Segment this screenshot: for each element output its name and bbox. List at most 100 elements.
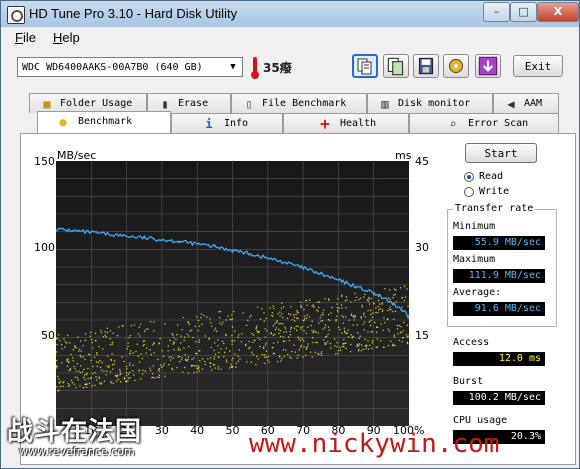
access-time-point [337,298,339,300]
access-time-point [375,311,377,314]
transfer-rate-title: Transfer rate [453,203,536,214]
tab-folder-usage[interactable]: ■ Folder Usage [29,93,147,113]
access-time-point [329,343,332,345]
access-time-point [376,346,379,348]
access-time-point [356,343,359,345]
download-arrow-icon [478,56,498,76]
read-transfer-point [73,230,75,232]
access-time-point [129,371,131,373]
access-time-point [105,336,107,338]
read-transfer-point [355,285,357,288]
average-label: Average: [453,287,502,298]
save-button[interactable] [413,54,439,78]
access-time-point [222,321,224,323]
drive-select-value: WDC WD6400AAKS-00A7B0 (640 GB) [22,62,203,73]
read-radio[interactable] [464,172,474,182]
menu-file[interactable]: File [15,30,36,45]
access-time-point [265,317,267,319]
access-time-point [271,312,274,314]
tab-error-scan[interactable]: ⌕ Error Scan [409,113,559,133]
access-time-point [231,335,233,337]
access-time-point [367,300,369,302]
access-time-point [293,327,296,329]
access-time-point [95,361,98,363]
access-time-point [94,384,96,386]
access-time-point [274,322,276,325]
minimize-button[interactable]: – [483,2,510,22]
access-time-point [167,350,169,352]
read-radio-label[interactable]: Read [479,171,503,182]
info-icon: i [205,117,213,131]
access-time-point [180,342,182,344]
access-time-point [137,355,139,357]
access-time-point [323,339,325,341]
download-button[interactable] [475,54,501,78]
access-time-point [394,345,396,347]
access-time-point [87,367,89,370]
access-time-point [94,372,96,374]
access-time-point [394,293,396,296]
access-time-point [354,316,356,318]
menu-help[interactable]: Help [53,30,80,45]
tab-info[interactable]: i Info [171,113,283,133]
access-time-point [119,371,121,373]
drive-select[interactable]: WDC WD6400AAKS-00A7B0 (640 GB) ▼ [17,57,243,77]
burst-label: Burst [453,376,484,387]
write-radio[interactable] [464,187,474,197]
access-time-point [67,383,69,385]
access-time-point [384,288,386,290]
read-transfer-point [214,246,216,248]
options-button[interactable] [443,54,469,78]
access-time-point [160,366,163,368]
access-time-point [341,294,343,296]
copy-text-button[interactable] [352,54,378,78]
tab-disk-monitor[interactable]: ▥ Disk monitor [367,93,493,113]
access-time-point [96,352,98,354]
tab-erase[interactable]: ▮ Erase [147,93,231,113]
tab-info-label: Info [224,118,249,129]
access-time-point [388,330,391,332]
access-time-point [69,384,71,386]
access-time-point [307,343,309,345]
access-time-point [277,313,279,315]
y-tick-right-15: 15 [415,329,429,342]
access-time-point [130,325,132,327]
tab-aam[interactable]: ◀ AAM [493,93,559,113]
bulb-icon: ● [59,115,67,129]
tab-health[interactable]: + Health [283,113,409,133]
access-time-point [300,328,302,330]
tab-benchmark[interactable]: ● Benchmark [37,111,171,133]
access-time-point [321,354,323,356]
access-time-point [206,316,208,318]
access-time-point [150,321,152,323]
exit-button[interactable]: Exit [513,55,563,77]
access-time-point [300,301,302,303]
access-time-point [395,301,397,303]
access-time-point [189,330,191,332]
start-button[interactable]: Start [465,143,537,163]
access-time-point [241,333,243,335]
access-time-point [282,336,284,338]
access-time-point [132,370,134,372]
access-time-point [75,347,77,349]
close-button[interactable]: X [537,2,579,22]
copy-screen-button[interactable] [383,54,409,78]
access-time-point [293,344,295,346]
title-bar[interactable]: HD Tune Pro 3.10 - Hard Disk Utility – □… [1,1,579,27]
access-time-point [250,314,252,317]
access-time-point [387,318,389,320]
access-time-point [261,308,263,310]
access-time-point [278,332,280,334]
access-time-point [188,345,190,348]
maximize-button[interactable]: □ [510,2,537,22]
access-time-point [272,305,274,307]
access-time-point [377,299,380,301]
tab-file-benchmark[interactable]: ▯ File Benchmark [231,93,367,113]
read-transfer-point [178,240,181,242]
tab-disk-monitor-label: Disk monitor [398,98,471,109]
access-time-point [101,369,103,371]
write-radio-label[interactable]: Write [479,186,509,197]
chevron-down-icon[interactable]: ▼ [226,60,240,74]
access-time-point [306,346,308,348]
access-time-point [83,386,85,389]
